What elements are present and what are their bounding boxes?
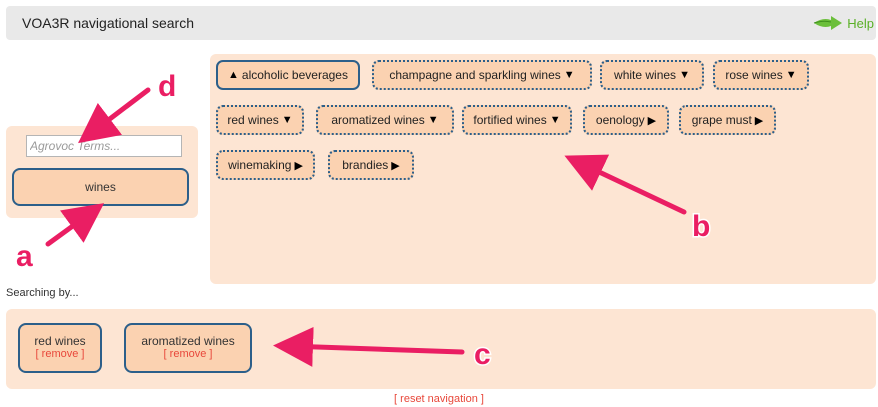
help-label: Help [847, 15, 874, 31]
down-triangle-icon: ▼ [427, 114, 439, 126]
chip-fortified-wines[interactable]: fortified wines ▼ [462, 105, 572, 135]
search-term-aromatized-wines: aromatized wines [ remove ] [124, 323, 252, 373]
chip-grape-must[interactable]: grape must ▶ [679, 105, 776, 135]
chip-label: red wines [227, 113, 279, 127]
page-title: VOA3R navigational search [22, 15, 194, 31]
annotation-letter-a: a [16, 240, 33, 273]
search-term-red-wines: red wines [ remove ] [18, 323, 102, 373]
chip-winemaking[interactable]: winemaking ▶ [216, 150, 315, 180]
chip-aromatized-wines[interactable]: aromatized wines ▼ [316, 105, 454, 135]
search-term-label: red wines [34, 334, 86, 348]
chip-white-wines[interactable]: white wines ▼ [600, 60, 704, 90]
selected-term-button[interactable]: wines [12, 168, 189, 206]
annotation-letter-d: d [158, 70, 176, 103]
right-triangle-icon: ▶ [391, 159, 400, 172]
down-triangle-icon: ▼ [281, 114, 293, 126]
chip-label: brandies [342, 158, 389, 172]
chip-label: fortified wines [473, 113, 547, 127]
chip-red-wines[interactable]: red wines ▼ [216, 105, 304, 135]
reset-navigation-link[interactable]: [ reset navigation ] [0, 393, 878, 405]
chip-label: oenology [595, 113, 645, 127]
down-triangle-icon: ▼ [563, 69, 575, 81]
right-triangle-icon: ▶ [754, 114, 764, 127]
down-triangle-icon: ▼ [679, 69, 690, 81]
search-term-label: aromatized wines [141, 334, 235, 348]
right-triangle-icon: ▶ [647, 114, 657, 127]
search-panel: wines [6, 126, 198, 218]
down-triangle-icon: ▼ [785, 69, 797, 81]
help-link[interactable]: Help [813, 15, 874, 31]
chip-alcoholic-beverages[interactable]: ▲ alcoholic beverages [216, 60, 360, 90]
related-terms-panel: ▲ alcoholic beverages champagne and spar… [210, 54, 876, 284]
chip-label: alcoholic beverages [241, 68, 348, 82]
chip-label: aromatized wines [331, 113, 425, 127]
remove-link[interactable]: [ remove ] [164, 348, 213, 361]
down-triangle-icon: ▼ [549, 114, 561, 126]
right-triangle-icon: ▶ [294, 159, 303, 172]
green-arrow-icon [814, 16, 843, 30]
agrovoc-search-input[interactable] [26, 135, 182, 157]
header-bar: VOA3R navigational search Help [6, 6, 876, 40]
chip-label: winemaking [228, 158, 292, 172]
chip-champagne-and-sparkling-wines[interactable]: champagne and sparkling wines ▼ [372, 60, 592, 90]
chip-label: champagne and sparkling wines [389, 68, 561, 82]
chip-label: rose wines [725, 68, 783, 82]
chip-oenology[interactable]: oenology ▶ [583, 105, 669, 135]
chip-rose-wines[interactable]: rose wines ▼ [713, 60, 809, 90]
searching-by-label: Searching by... [6, 287, 79, 299]
searching-by-panel: red wines [ remove ] aromatized wines [ … [6, 309, 876, 389]
chip-label: grape must [691, 113, 752, 127]
chip-label: white wines [614, 68, 677, 82]
up-triangle-icon: ▲ [228, 69, 239, 81]
remove-link[interactable]: [ remove ] [36, 348, 85, 361]
chip-brandies[interactable]: brandies ▶ [328, 150, 414, 180]
